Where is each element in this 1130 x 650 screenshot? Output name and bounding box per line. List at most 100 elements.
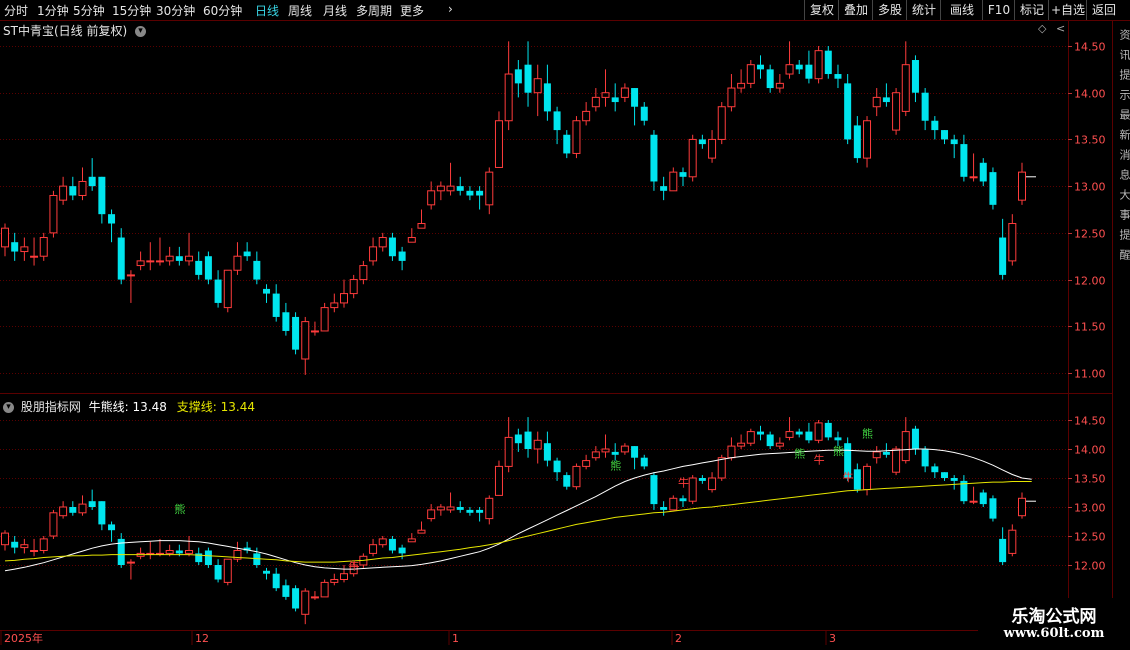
main-candle-body (369, 246, 378, 262)
y-tick-label: 14.00 (1074, 444, 1106, 457)
indicator-candle-body (69, 507, 77, 513)
main-candle-body (688, 138, 697, 178)
y-tick-label: 11.00 (1074, 368, 1106, 381)
indicator-candle-body (631, 446, 639, 458)
indicator-candle-body (853, 469, 861, 490)
arrow-left-icon[interactable]: < (1056, 22, 1065, 35)
main-candle-body (892, 92, 901, 131)
main-candle-body (223, 269, 232, 309)
main-candle-body (911, 60, 919, 93)
indicator-candle-body (882, 451, 890, 455)
main-candle-body (504, 73, 513, 122)
main-candle-body (727, 87, 736, 108)
indicator-candle-body (892, 448, 901, 473)
indicator-candle-body (863, 465, 872, 491)
side-label-char: 息 (1118, 169, 1130, 180)
side-info-strip[interactable]: 资讯提示最新消息大事提醒 (1114, 21, 1130, 641)
main-candle-body (872, 96, 881, 108)
main-candle-body (214, 279, 222, 303)
main-candle-body (417, 223, 426, 229)
side-label-char: 提 (1118, 69, 1130, 80)
indicator-candle-body (11, 541, 19, 548)
indicator-candle-body (669, 497, 678, 511)
indicator-candle-body (834, 437, 842, 441)
indicator-candle-body (688, 477, 697, 502)
indicator-candle-body (601, 448, 610, 453)
bull-bear-line (4, 448, 1032, 572)
indicator-candle-body (514, 434, 522, 444)
indicator-candle-body (1008, 529, 1017, 554)
indicator-candle-body (330, 579, 339, 583)
indicator-candle-body (969, 500, 978, 503)
indicator-candle-body (563, 475, 571, 487)
main-candle-body (301, 321, 310, 360)
main-candle-body (272, 293, 280, 317)
main-candle-body (195, 260, 203, 275)
main-candle-body (524, 64, 532, 93)
indicator-candle-body (737, 442, 746, 447)
indicator-candle-body (950, 478, 958, 481)
indicator-candle-body (746, 431, 755, 444)
main-candle-body (126, 274, 135, 277)
indicator-candle-body (775, 442, 784, 447)
indicator-candle-body (698, 478, 706, 481)
indicator-candle-body (292, 588, 300, 609)
main-candle-body (824, 50, 832, 75)
main-candle-body (165, 255, 174, 262)
main-candle-body (378, 237, 387, 248)
main-candle-body (466, 190, 474, 196)
bull-signal-label: 牛 (349, 559, 360, 573)
main-candle-body (921, 92, 929, 121)
main-candle-body (30, 255, 39, 258)
side-label-char: 大 (1118, 189, 1130, 200)
main-candle-body (39, 237, 48, 257)
main-candle-body (20, 246, 29, 253)
main-candle-body (969, 176, 978, 179)
date-tick-label: 2 (675, 632, 682, 645)
y-tick-label: 14.50 (1074, 415, 1106, 428)
stock-chart-canvas[interactable]: 14.50 14.00 13.50 13.00 12.50 12.00 11.50 11.00… (0, 0, 1130, 650)
main-candle-body (349, 279, 358, 295)
main-candle-body (640, 106, 648, 121)
indicator-candle-body (582, 460, 591, 467)
chevron-down-icon[interactable]: ▾ (3, 402, 14, 413)
main-candle-body (388, 237, 396, 257)
bull-bear-line-label: 牛熊线: (88, 400, 129, 414)
diamond-icon[interactable]: ◇ (1038, 22, 1046, 35)
indicator-candle-body (436, 506, 445, 511)
chevron-down-icon[interactable]: ▾ (134, 26, 146, 37)
indicator-candle-body (398, 547, 406, 554)
date-tick-label: 2025年 (4, 631, 43, 645)
indicator-candle-body (310, 596, 319, 599)
indicator-candle-body (320, 581, 329, 598)
main-candle-body (631, 88, 639, 107)
indicator-candle-body (727, 445, 736, 459)
main-candle-body (814, 50, 823, 80)
main-candle-body (601, 92, 610, 98)
date-tick-label: 3 (829, 632, 836, 645)
main-candle-body (59, 185, 68, 201)
main-candle-body (282, 312, 290, 331)
main-candle-body (931, 120, 939, 131)
main-candle-body (263, 288, 271, 294)
main-candle-body (737, 82, 746, 89)
main-candle-body (563, 134, 571, 154)
indicator-candle-body (524, 431, 532, 449)
indicator-candle-body (543, 443, 551, 461)
main-candle-body (1008, 223, 1017, 262)
bull-bear-line-value: 13.48 (132, 400, 167, 414)
side-label-char: 提 (1118, 229, 1130, 240)
main-candle-body (785, 64, 794, 75)
main-candle-body (1, 227, 9, 248)
indicator-candle-body (39, 538, 48, 552)
indicator-candle-body (446, 506, 455, 511)
main-candle-body (108, 214, 116, 224)
main-candle-body (185, 255, 194, 262)
y-tick-label: 12.00 (1074, 560, 1106, 573)
support-line-value: 13.44 (220, 400, 255, 414)
indicator-candle-body (611, 451, 619, 455)
indicator-candle-body (88, 501, 96, 507)
main-candle-body (446, 185, 455, 192)
indicator-candle-body (679, 498, 687, 502)
main-candle-body (979, 162, 987, 182)
